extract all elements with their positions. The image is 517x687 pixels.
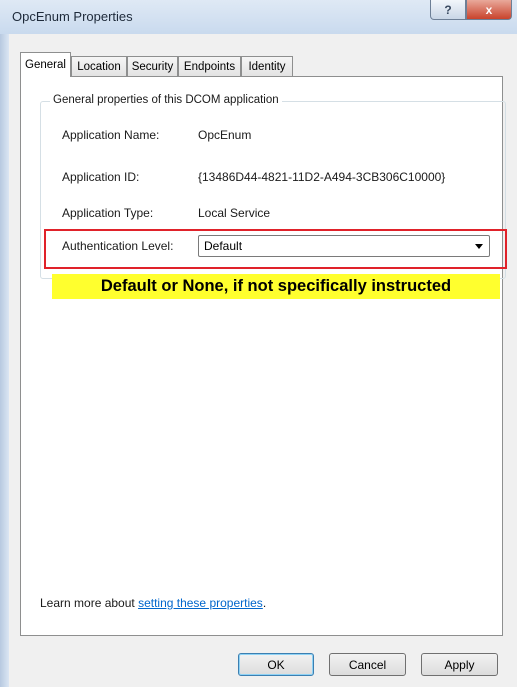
tab-security[interactable]: Security xyxy=(127,56,178,76)
window-title: OpcEnum Properties xyxy=(12,9,133,24)
app-type-label: Application Type: xyxy=(62,206,154,220)
tab-identity[interactable]: Identity xyxy=(241,56,293,76)
setting-properties-link[interactable]: setting these properties xyxy=(138,596,263,610)
ok-button[interactable]: OK xyxy=(238,653,314,676)
tab-location[interactable]: Location xyxy=(71,56,127,76)
learn-more-text: Learn more about setting these propertie… xyxy=(40,596,266,610)
title-bar[interactable]: OpcEnum Properties ? x xyxy=(0,0,517,34)
learn-more-prefix: Learn more about xyxy=(40,596,139,610)
auth-level-value: Default xyxy=(204,239,243,253)
cancel-button[interactable]: Cancel xyxy=(329,653,406,676)
learn-more-suffix: . xyxy=(262,596,267,610)
tab-general[interactable]: General xyxy=(20,52,71,77)
properties-dialog: OpcEnum Properties ? x General Location … xyxy=(0,0,517,687)
app-type-value: Local Service xyxy=(198,206,271,220)
help-button[interactable]: ? xyxy=(430,0,466,20)
app-id-value: {13486D44-4821-11D2-A494-3CB306C10000} xyxy=(198,170,446,184)
group-legend: General properties of this DCOM applicat… xyxy=(50,94,282,106)
instruction-note: Default or None, if not specifically ins… xyxy=(52,274,500,299)
chevron-down-icon xyxy=(475,244,483,249)
app-name-label: Application Name: xyxy=(62,128,160,142)
tab-endpoints[interactable]: Endpoints xyxy=(178,56,241,76)
app-name-value: OpcEnum xyxy=(198,128,252,142)
window-border xyxy=(0,34,9,687)
apply-button[interactable]: Apply xyxy=(421,653,498,676)
app-id-label: Application ID: xyxy=(62,170,140,184)
close-button[interactable]: x xyxy=(466,0,512,20)
auth-level-label: Authentication Level: xyxy=(62,239,174,253)
close-icon: x xyxy=(485,2,493,17)
help-icon: ? xyxy=(444,2,452,17)
auth-level-select[interactable]: Default xyxy=(198,235,490,257)
